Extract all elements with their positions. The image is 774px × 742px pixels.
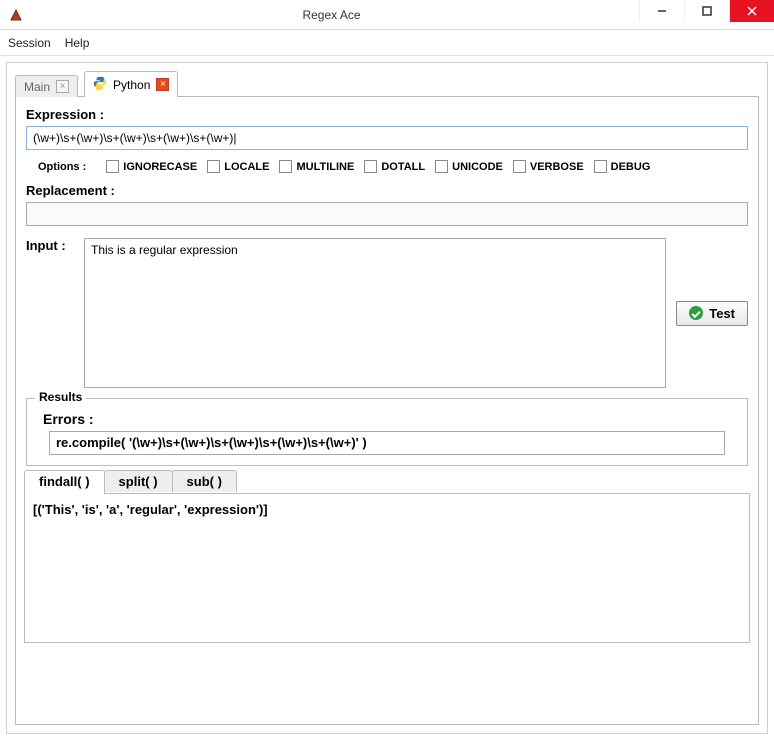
tab-main-label: Main: [24, 80, 50, 94]
tab-python-label: Python: [113, 78, 150, 92]
options-row: Options : IGNORECASE LOCALE MULTILINE DO…: [26, 160, 748, 173]
option-label: DEBUG: [611, 161, 651, 173]
tab-main[interactable]: Main ×: [15, 75, 78, 97]
option-debug[interactable]: DEBUG: [594, 160, 651, 173]
option-multiline[interactable]: MULTILINE: [279, 160, 354, 173]
results-legend: Results: [35, 390, 86, 404]
option-label: IGNORECASE: [123, 161, 197, 173]
result-tab-findall[interactable]: findall( ): [24, 470, 105, 494]
expression-input[interactable]: [26, 126, 748, 150]
option-verbose[interactable]: VERBOSE: [513, 160, 584, 173]
replacement-label: Replacement :: [26, 183, 748, 198]
close-icon[interactable]: ×: [156, 78, 169, 91]
minimize-button[interactable]: [639, 0, 684, 22]
tab-strip: Main × Python ×: [15, 71, 759, 97]
test-button-label: Test: [709, 306, 735, 321]
checkbox-icon: [435, 160, 448, 173]
close-icon[interactable]: ×: [56, 80, 69, 93]
input-textarea[interactable]: [84, 238, 666, 388]
tab-content: Expression : Options : IGNORECASE LOCALE…: [15, 96, 759, 725]
option-label: DOTALL: [381, 161, 425, 173]
window-controls: [639, 0, 774, 29]
menu-help[interactable]: Help: [65, 36, 90, 50]
app-icon: [8, 7, 24, 23]
menu-session[interactable]: Session: [8, 36, 51, 50]
option-label: UNICODE: [452, 161, 503, 173]
errors-output: re.compile( '(\w+)\s+(\w+)\s+(\w+)\s+(\w…: [49, 431, 725, 455]
main-frame: Main × Python × Expression : Options : I…: [6, 62, 768, 734]
expression-label: Expression :: [26, 107, 748, 122]
results-group: Results Errors : re.compile( '(\w+)\s+(\…: [26, 398, 748, 466]
test-button[interactable]: Test: [676, 301, 748, 326]
option-label: LOCALE: [224, 161, 269, 173]
option-ignorecase[interactable]: IGNORECASE: [106, 160, 197, 173]
check-icon: [689, 306, 703, 320]
close-button[interactable]: [729, 0, 774, 22]
options-label: Options :: [38, 161, 86, 173]
checkbox-icon: [364, 160, 377, 173]
maximize-button[interactable]: [684, 0, 729, 22]
menubar: Session Help: [0, 30, 774, 56]
result-tabs: findall( ) split( ) sub( ): [24, 470, 748, 494]
titlebar: Regex Ace: [0, 0, 774, 30]
result-tab-sub[interactable]: sub( ): [172, 470, 237, 492]
checkbox-icon: [279, 160, 292, 173]
result-tab-split[interactable]: split( ): [104, 470, 173, 492]
option-label: MULTILINE: [296, 161, 354, 173]
option-dotall[interactable]: DOTALL: [364, 160, 425, 173]
checkbox-icon: [594, 160, 607, 173]
input-label: Input :: [26, 238, 74, 253]
checkbox-icon: [513, 160, 526, 173]
result-output: [('This', 'is', 'a', 'regular', 'express…: [24, 493, 750, 643]
checkbox-icon: [106, 160, 119, 173]
option-label: VERBOSE: [530, 161, 584, 173]
tab-python[interactable]: Python ×: [84, 71, 178, 97]
option-locale[interactable]: LOCALE: [207, 160, 269, 173]
errors-label: Errors :: [43, 411, 737, 427]
option-unicode[interactable]: UNICODE: [435, 160, 503, 173]
checkbox-icon: [207, 160, 220, 173]
replacement-input[interactable]: [26, 202, 748, 226]
window-title: Regex Ace: [24, 8, 639, 22]
python-icon: [93, 76, 107, 93]
